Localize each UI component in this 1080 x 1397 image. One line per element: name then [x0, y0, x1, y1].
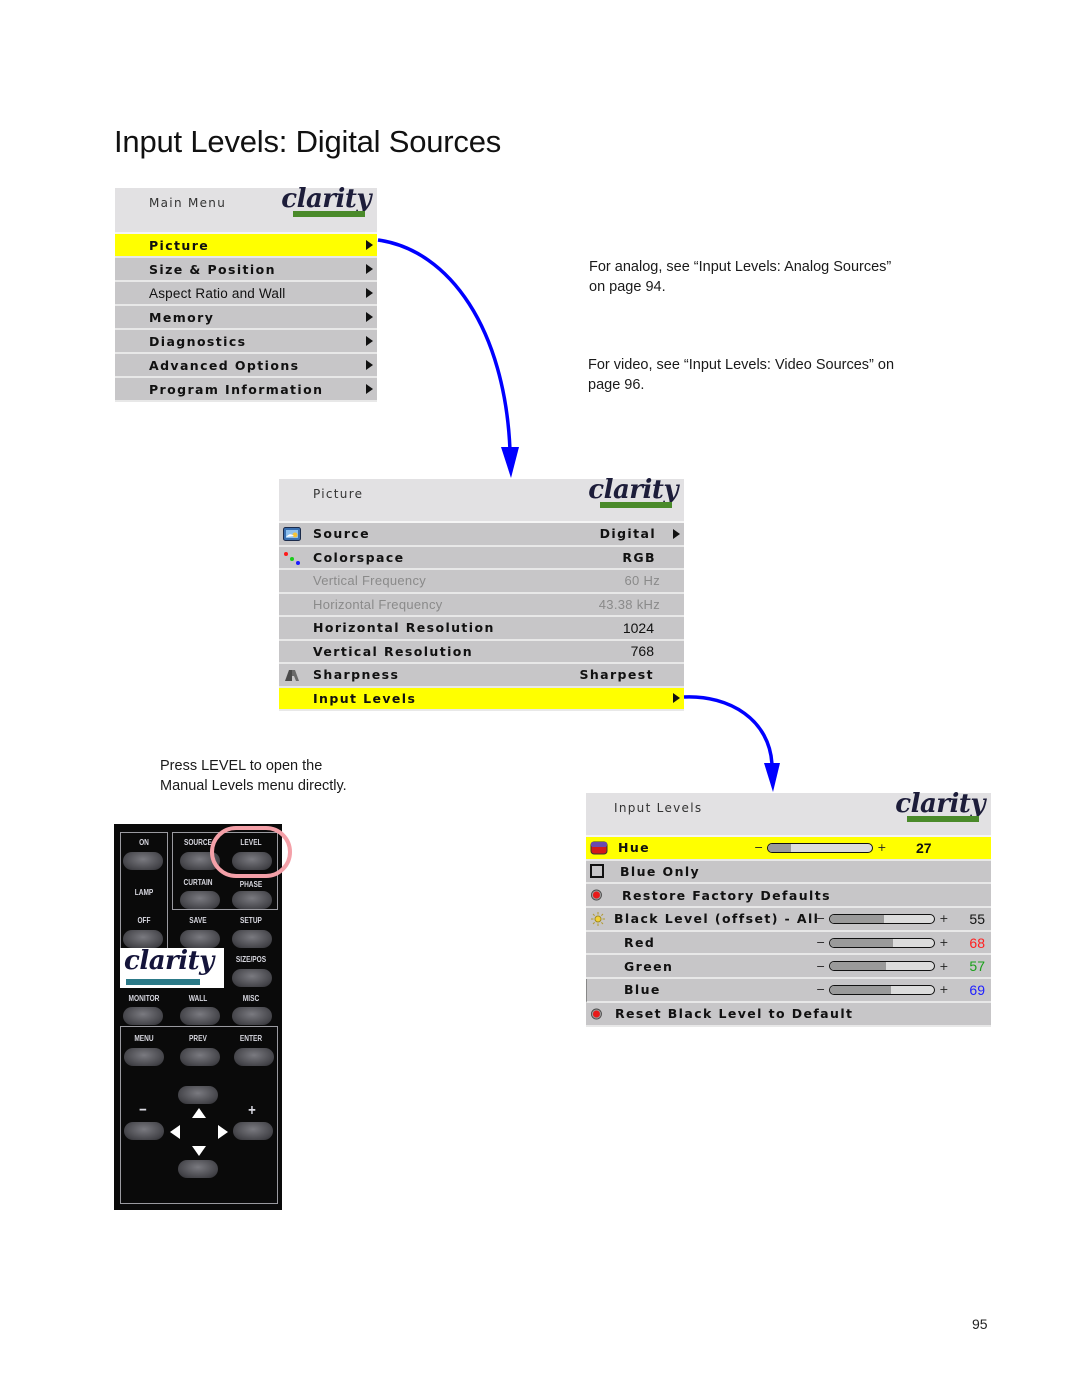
remote-setup-button[interactable]: [232, 930, 272, 948]
remote-menu-button[interactable]: [124, 1048, 164, 1066]
remote-minus-button[interactable]: [124, 1122, 164, 1140]
remote-size-pos-button[interactable]: [232, 969, 272, 987]
remote-enter-button[interactable]: [234, 1048, 274, 1066]
remote-monitor-button[interactable]: [123, 1007, 163, 1025]
remote-dpad-arrows-icon: [170, 1108, 228, 1156]
remote-down-button[interactable]: [178, 1160, 218, 1178]
arrowhead-icon: [764, 763, 780, 792]
remote-curtain-button[interactable]: [180, 891, 220, 909]
arrow-picture-to-levels: [683, 695, 774, 766]
level-button-highlight: [210, 826, 292, 878]
page-number: 95: [972, 1316, 988, 1332]
remote-wall-button[interactable]: [180, 1007, 220, 1025]
remote-phase-button[interactable]: [232, 891, 272, 909]
arrowhead-icon: [501, 447, 519, 478]
remote-control: ON SOURCE LEVEL LAMP CURTAIN PHASE OFF S…: [114, 824, 282, 1210]
remote-misc-button[interactable]: [232, 1007, 272, 1025]
clarity-logo: clarity: [120, 946, 224, 988]
remote-up-button[interactable]: [178, 1086, 218, 1104]
remote-prev-button[interactable]: [180, 1048, 220, 1066]
remote-on-button[interactable]: [123, 852, 163, 870]
remote-plus-button[interactable]: [233, 1122, 273, 1140]
arrow-main-to-picture: [377, 238, 512, 451]
